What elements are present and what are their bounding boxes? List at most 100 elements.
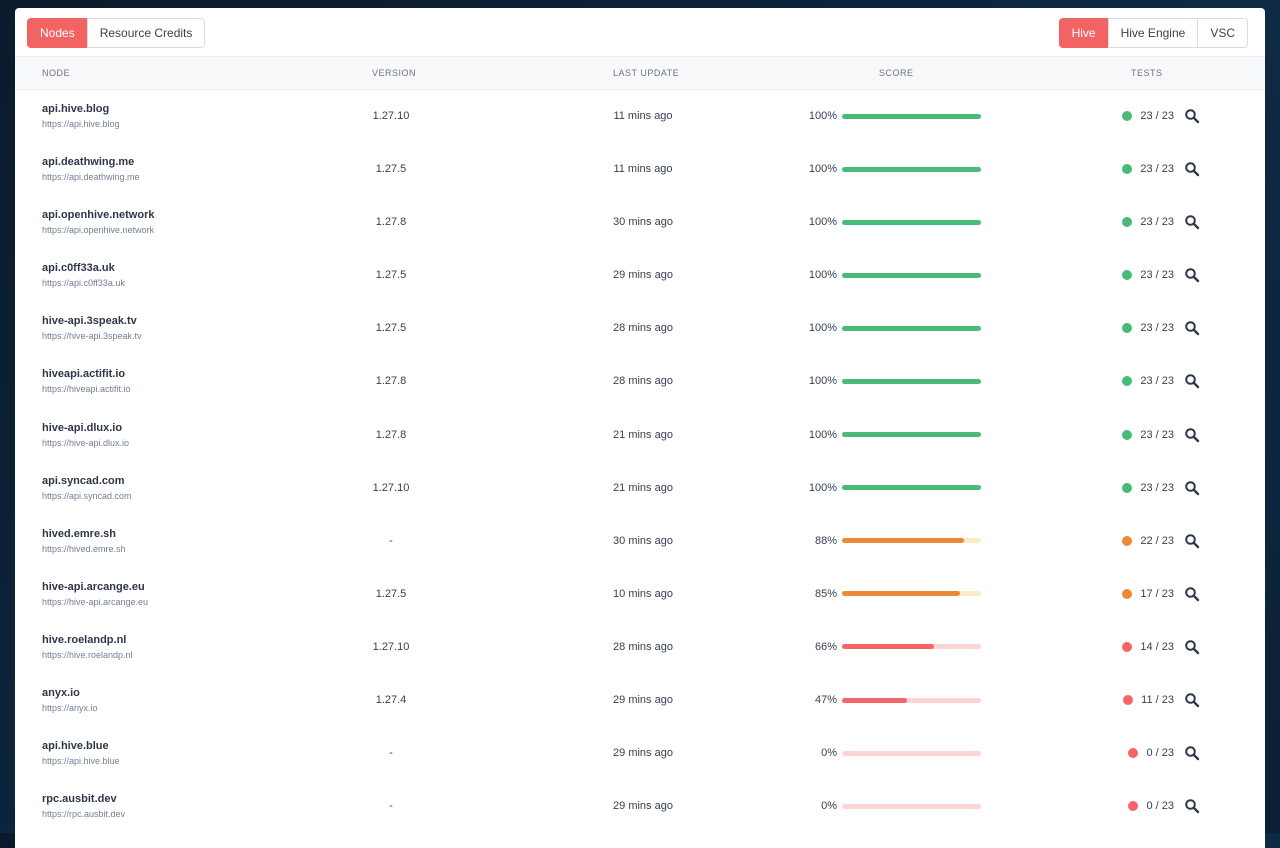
tab-vsc[interactable]: VSC: [1197, 18, 1248, 48]
score-bar: [842, 538, 981, 544]
score-percent: 47%: [814, 694, 837, 707]
status-dot: [1122, 217, 1133, 228]
tests-cell: 23 / 23: [1100, 214, 1200, 230]
node-url: https://hived.emre.sh: [42, 543, 126, 554]
score-bar-fill: [842, 432, 981, 438]
node-name: api.hive.blue: [42, 740, 109, 753]
node-last-update: 11 mins ago: [613, 163, 673, 176]
search-icon[interactable]: [1184, 161, 1200, 177]
score-bar-fill: [842, 113, 981, 119]
node-last-update: 10 mins ago: [613, 587, 673, 600]
search-icon[interactable]: [1184, 108, 1200, 124]
search-icon[interactable]: [1184, 320, 1200, 336]
status-dot: [1122, 641, 1133, 652]
node-name: hive.roelandp.nl: [42, 633, 127, 646]
score-bar: [842, 219, 981, 225]
score-cell: 66%: [775, 641, 981, 653]
tests-count: 22 / 23: [1140, 534, 1174, 547]
search-icon[interactable]: [1184, 267, 1200, 283]
tab-nodes[interactable]: Nodes: [27, 18, 88, 48]
node-url: https://rpc.ausbit.dev: [42, 809, 126, 820]
node-version: 1.27.5: [375, 587, 407, 600]
column-last-update: LAST UPDATE: [613, 68, 680, 78]
tab-resource-credits[interactable]: Resource Credits: [86, 18, 206, 48]
search-icon[interactable]: [1184, 745, 1200, 761]
tests-count: 23 / 23: [1140, 375, 1174, 388]
score-bar-fill: [842, 538, 964, 544]
node-last-update: 29 mins ago: [613, 800, 673, 813]
status-dot: [1123, 695, 1134, 706]
table-row: api.syncad.com https://api.syncad.com 1.27…: [15, 461, 1265, 514]
node-version: -: [389, 747, 393, 760]
search-icon[interactable]: [1184, 480, 1200, 496]
column-tests: TESTS: [1131, 68, 1163, 78]
node-last-update: 11 mins ago: [613, 110, 673, 122]
tests-count: 23 / 23: [1140, 163, 1174, 176]
score-cell: 100%: [775, 429, 981, 441]
chain-tabs: Hive Hive Engine VSC: [1058, 18, 1248, 48]
node-url: https://hive-api.arcange.eu: [42, 596, 149, 607]
node-url: https://api.hive.blue: [42, 756, 120, 767]
score-percent: 100%: [808, 428, 837, 441]
tests-cell: 23 / 23: [1100, 427, 1200, 443]
node-version: 1.27.8: [375, 216, 407, 229]
tests-count: 23 / 23: [1140, 428, 1174, 441]
node-version: 1.27.4: [375, 694, 407, 707]
table-row: hived.emre.sh https://hived.emre.sh - 30 mi…: [15, 514, 1265, 567]
node-version: 1.27.10: [372, 640, 410, 653]
tab-hive[interactable]: Hive: [1058, 18, 1109, 48]
status-dot: [1122, 588, 1133, 599]
score-percent: 0%: [821, 747, 837, 760]
table-row: api.c0ff33a.uk https://api.c0ff33a.uk 1.27…: [15, 248, 1265, 301]
node-version: -: [389, 800, 393, 813]
view-tabs: Nodes Resource Credits: [27, 18, 206, 48]
search-icon[interactable]: [1184, 639, 1200, 655]
tests-cell: 23 / 23: [1100, 320, 1200, 336]
score-percent: 100%: [808, 110, 837, 122]
search-icon[interactable]: [1184, 586, 1200, 602]
node-url: https://api.syncad.com: [42, 490, 132, 501]
tab-hive-engine[interactable]: Hive Engine: [1107, 18, 1199, 48]
score-cell: 0%: [775, 747, 981, 759]
score-bar: [842, 378, 981, 384]
score-bar-fill: [842, 378, 981, 384]
score-percent: 66%: [814, 640, 837, 653]
search-icon[interactable]: [1184, 373, 1200, 389]
score-bar: [842, 325, 981, 331]
node-version: 1.27.5: [375, 269, 407, 282]
score-cell: 100%: [775, 110, 981, 122]
node-last-update: 29 mins ago: [613, 747, 673, 760]
node-url: https://hiveapi.actifit.io: [42, 384, 131, 395]
score-bar: [842, 750, 981, 756]
toolbar: Nodes Resource Credits Hive Hive Engine …: [15, 8, 1265, 56]
search-icon[interactable]: [1184, 533, 1200, 549]
score-cell: 100%: [775, 322, 981, 334]
score-bar-fill: [842, 325, 981, 331]
score-bar-fill: [842, 166, 981, 172]
node-name: hive-api.arcange.eu: [42, 580, 145, 593]
node-url: https://hive-api.dlux.io: [42, 437, 130, 448]
score-bar-fill: [842, 219, 981, 225]
search-icon[interactable]: [1184, 692, 1200, 708]
node-name: hived.emre.sh: [42, 527, 116, 540]
score-cell: 47%: [775, 694, 981, 706]
node-name: hiveapi.actifit.io: [42, 368, 126, 381]
search-icon[interactable]: [1184, 214, 1200, 230]
search-icon[interactable]: [1184, 427, 1200, 443]
tests-cell: 23 / 23: [1100, 267, 1200, 283]
node-last-update: 21 mins ago: [613, 428, 673, 441]
node-url: https://api.openhive.network: [42, 225, 155, 236]
node-version: -: [389, 534, 393, 547]
score-bar-fill: [842, 697, 907, 703]
nodes-panel: Nodes Resource Credits Hive Hive Engine …: [15, 8, 1265, 848]
status-dot: [1128, 801, 1139, 812]
node-url: https://api.deathwing.me: [42, 172, 140, 183]
score-bar: [842, 113, 981, 119]
node-url: https://hive.roelandp.nl: [42, 649, 133, 660]
tests-cell: 23 / 23: [1100, 480, 1200, 496]
node-url: https://api.hive.blog: [42, 119, 120, 129]
tests-count: 23 / 23: [1140, 322, 1174, 335]
score-bar: [842, 166, 981, 172]
score-bar-fill: [842, 591, 960, 597]
search-icon[interactable]: [1184, 798, 1200, 814]
